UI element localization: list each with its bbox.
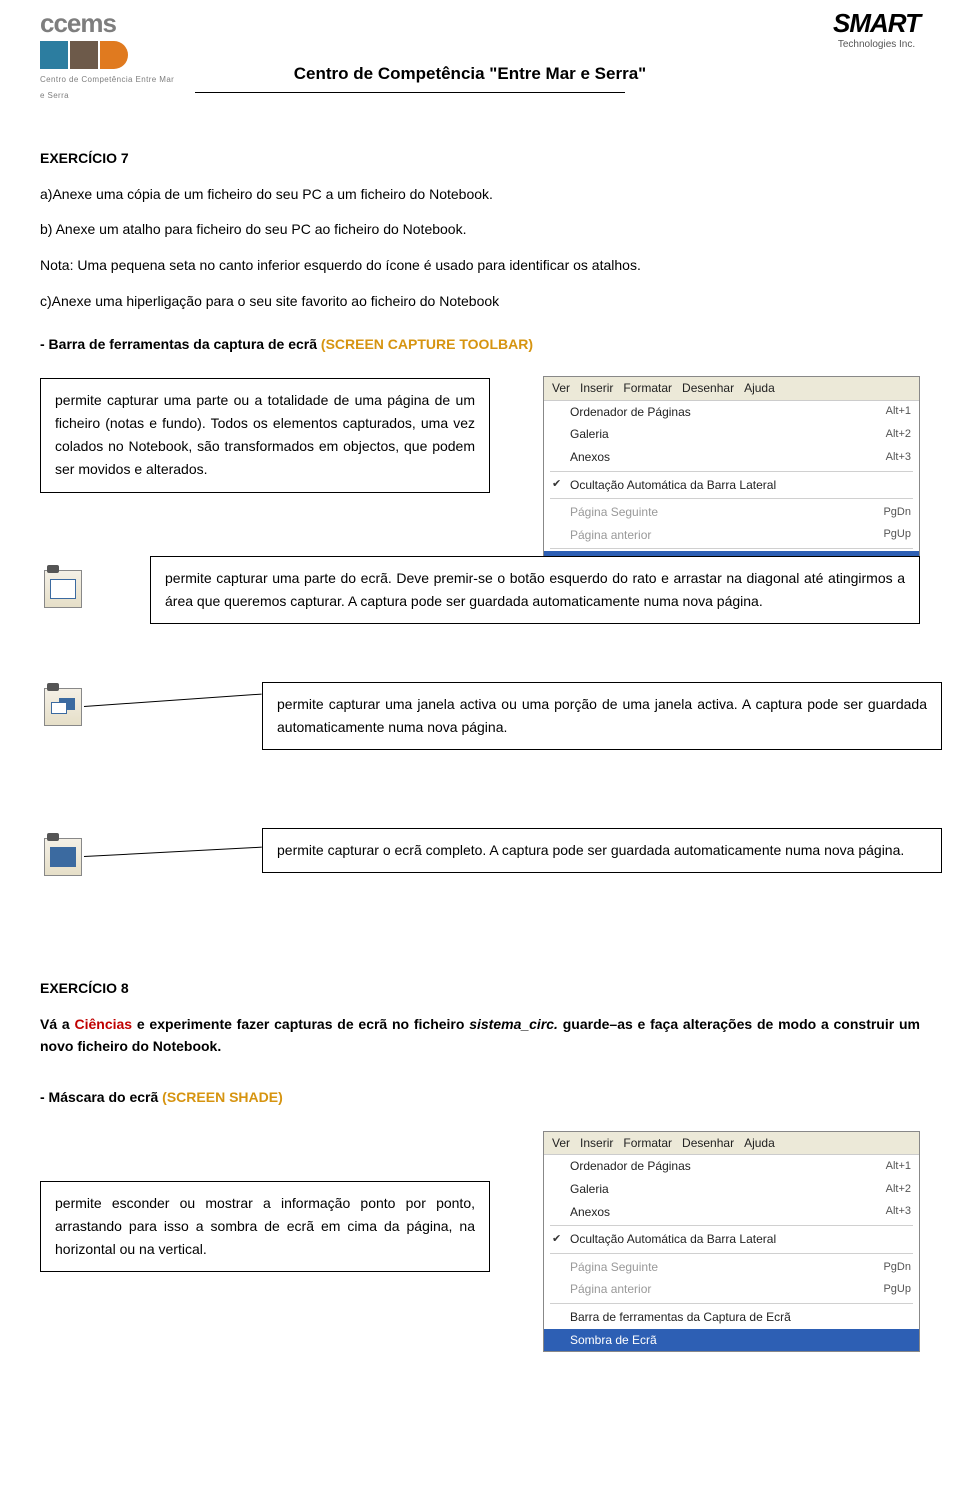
exercise-8-heading: EXERCÍCIO 8 xyxy=(40,978,920,1000)
capture-window-icon xyxy=(44,688,82,726)
exercise-7-a: a)Anexe uma cópia de um ficheiro do seu … xyxy=(40,184,920,206)
menu-item-autohide[interactable]: Ocultação Automática da Barra Lateral xyxy=(544,474,919,497)
menu-ajuda[interactable]: Ajuda xyxy=(744,379,775,398)
logo-smart: SMART Technologies Inc. xyxy=(760,8,920,50)
menu-separator xyxy=(550,471,913,472)
menu-item-next-page: Página Seguinte PgDn xyxy=(544,1256,919,1279)
menu-item-page-sorter[interactable]: Ordenador de Páginas Alt+1 xyxy=(544,401,919,424)
logo-ccems-icon xyxy=(40,41,180,69)
menu-formatar[interactable]: Formatar xyxy=(623,1134,672,1153)
menu-item-prev-page: Página anterior PgUp xyxy=(544,524,919,547)
screen-shade-heading: - Máscara do ecrã (SCREEN SHADE) xyxy=(40,1087,920,1109)
menu-desenhar[interactable]: Desenhar xyxy=(682,1134,734,1153)
menu-item-attachments[interactable]: Anexos Alt+3 xyxy=(544,446,919,469)
exercise-7-b: b) Anexe um atalho para ficheiro do seu … xyxy=(40,219,920,241)
menu-separator xyxy=(550,548,913,549)
header: ccems Centro de Competência Entre Mar e … xyxy=(0,0,960,148)
menu-formatar[interactable]: Formatar xyxy=(623,379,672,398)
logo-ccems: ccems Centro de Competência Entre Mar e … xyxy=(40,8,180,101)
menu-ajuda[interactable]: Ajuda xyxy=(744,1134,775,1153)
capture-screen-icon xyxy=(44,838,82,876)
view-menu-1: Ver Inserir Formatar Desenhar Ajuda Orde… xyxy=(543,376,920,575)
exercise-8-body: Vá a Ciências e experimente fazer captur… xyxy=(40,1014,920,1057)
exercise-8: EXERCÍCIO 8 Vá a Ciências e experimente … xyxy=(40,978,920,1057)
screen-capture-orange: (SCREEN CAPTURE TOOLBAR) xyxy=(321,336,533,352)
capture-screen-row: permite capturar o ecrã completo. A capt… xyxy=(40,828,920,938)
connector-line xyxy=(84,847,262,857)
menu-separator xyxy=(550,1253,913,1254)
menu-desenhar[interactable]: Desenhar xyxy=(682,379,734,398)
exercise-7-heading: EXERCÍCIO 7 xyxy=(40,148,920,170)
menu-item-next-page: Página Seguinte PgDn xyxy=(544,501,919,524)
menu-ver[interactable]: Ver xyxy=(552,1134,570,1153)
menu-item-gallery[interactable]: Galeria Alt+2 xyxy=(544,1178,919,1201)
header-rule xyxy=(195,92,625,93)
logo-smart-text: SMART xyxy=(833,8,920,39)
menu-ver[interactable]: Ver xyxy=(552,379,570,398)
capture-window-row: permite capturar uma janela activa ou um… xyxy=(40,688,920,798)
shade-block: permite esconder ou mostrar a informação… xyxy=(40,1131,920,1371)
menu-separator xyxy=(550,1225,913,1226)
menu-item-capture-toolbar[interactable]: Barra de ferramentas da Captura de Ecrã xyxy=(544,1306,919,1329)
menu-separator xyxy=(550,498,913,499)
menu-item-page-sorter[interactable]: Ordenador de Páginas Alt+1 xyxy=(544,1155,919,1178)
document-page: ccems Centro de Competência Entre Mar e … xyxy=(0,0,960,1487)
capture-block: permite capturar uma parte ou a totalida… xyxy=(40,378,920,648)
menu-item-autohide[interactable]: Ocultação Automática da Barra Lateral xyxy=(544,1228,919,1251)
menu-item-gallery[interactable]: Galeria Alt+2 xyxy=(544,423,919,446)
view-menu-2: Ver Inserir Formatar Desenhar Ajuda Orde… xyxy=(543,1131,920,1352)
menu-separator xyxy=(550,1303,913,1304)
menu-item-prev-page: Página anterior PgUp xyxy=(544,1278,919,1301)
menu-inserir[interactable]: Inserir xyxy=(580,1134,613,1153)
content: EXERCÍCIO 7 a)Anexe uma cópia de um fich… xyxy=(0,148,960,1371)
exercise-7-c: c)Anexe uma hiperligação para o seu site… xyxy=(40,291,920,313)
shade-box: permite esconder ou mostrar a informação… xyxy=(40,1181,490,1272)
page-title: Centro de Competência "Entre Mar e Serra… xyxy=(180,8,760,84)
exercise-7: EXERCÍCIO 7 a)Anexe uma cópia de um fich… xyxy=(40,148,920,312)
capture-box-intro: permite capturar uma parte ou a totalida… xyxy=(40,378,490,492)
capture-box-window: permite capturar uma janela activa ou um… xyxy=(262,682,942,750)
connector-line xyxy=(84,694,262,707)
capture-box-screen: permite capturar o ecrã completo. A capt… xyxy=(262,828,942,873)
menu-inserir[interactable]: Inserir xyxy=(580,379,613,398)
menubar: Ver Inserir Formatar Desenhar Ajuda xyxy=(544,1132,919,1156)
menu-item-screen-shade[interactable]: Sombra de Ecrã xyxy=(544,1329,919,1352)
logo-smart-subtitle: Technologies Inc. xyxy=(833,39,920,50)
capture-box-area: permite capturar uma parte do ecrã. Deve… xyxy=(150,556,920,624)
screen-shade-orange: (SCREEN SHADE) xyxy=(162,1089,283,1105)
logo-ccems-subtitle: Centro de Competência Entre Mar e Serra xyxy=(40,75,174,100)
screen-capture-prefix: - Barra de ferramentas da captura de ecr… xyxy=(40,336,321,352)
screen-capture-heading: - Barra de ferramentas da captura de ecr… xyxy=(40,334,920,356)
exercise-7-note: Nota: Uma pequena seta no canto inferior… xyxy=(40,255,920,277)
logo-ccems-text: ccems xyxy=(40,8,116,38)
capture-area-icon xyxy=(44,570,82,608)
screen-shade-prefix: - Máscara do ecrã xyxy=(40,1089,162,1105)
menu-item-attachments[interactable]: Anexos Alt+3 xyxy=(544,1201,919,1224)
menubar: Ver Inserir Formatar Desenhar Ajuda xyxy=(544,377,919,401)
